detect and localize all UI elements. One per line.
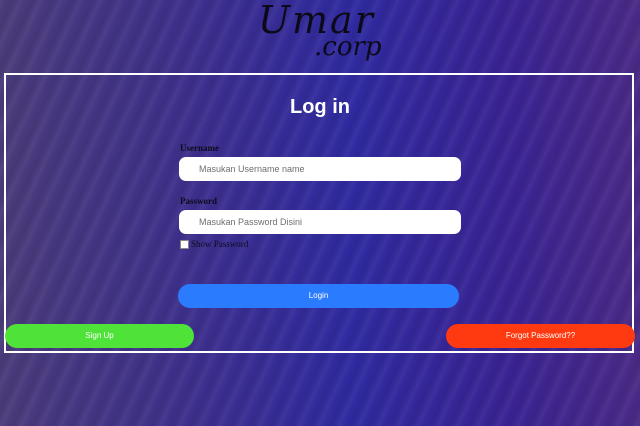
show-password-toggle[interactable]: Show Password <box>180 239 248 249</box>
login-title: Log in <box>290 96 350 118</box>
show-password-checkbox[interactable] <box>180 239 189 249</box>
password-label: Password <box>180 196 218 206</box>
password-input[interactable]: Masukan Password Disini <box>179 210 461 234</box>
username-input[interactable]: Masukan Username name <box>179 157 461 181</box>
signup-button[interactable]: Sign Up <box>5 324 194 348</box>
logo-text-corp: .corp <box>314 32 382 62</box>
brand-logo: Umar .corp <box>258 0 398 66</box>
login-button[interactable]: Login <box>178 284 459 308</box>
show-password-label: Show Password <box>191 239 249 249</box>
username-label: Username <box>180 143 219 153</box>
forgot-password-button[interactable]: Forgot Password?? <box>446 324 635 348</box>
